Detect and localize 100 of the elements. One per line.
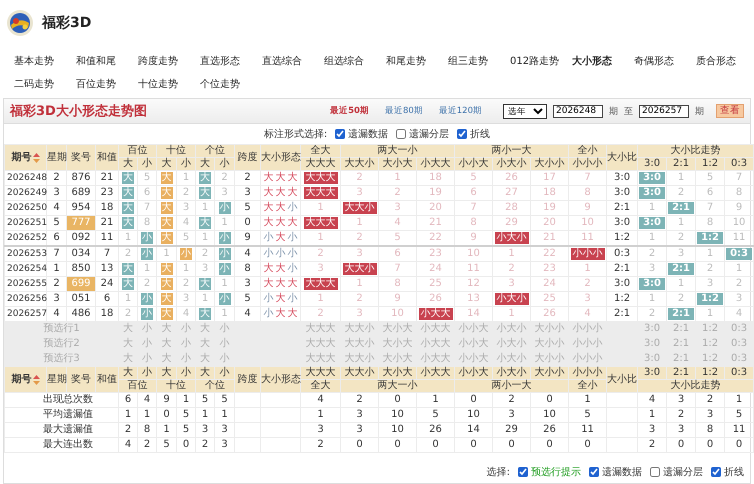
checkbox-label[interactable]: 折线 (470, 127, 490, 141)
checkbox[interactable] (589, 467, 599, 477)
miss-count: 12 (454, 276, 493, 292)
column-header: 小小小 (568, 158, 607, 170)
view-button[interactable]: 查看 (716, 104, 744, 118)
miss-count: 7 (378, 262, 416, 276)
miss-count: 1 (118, 292, 138, 306)
shape-character: 大 (276, 278, 286, 289)
sum-cell: 6 (96, 292, 118, 306)
nav-link[interactable]: 直选综合 (262, 54, 302, 70)
hit-marker: 小 (218, 293, 230, 305)
table-cell: 5 (176, 422, 196, 438)
nav-link[interactable]: 大小形态 (572, 54, 612, 70)
shape-character: 大 (264, 217, 274, 228)
checkbox[interactable] (711, 467, 721, 477)
miss-count: 29 (492, 216, 531, 230)
miss-count: 22 (530, 246, 569, 262)
nav-link[interactable]: 十位走势 (138, 76, 178, 92)
miss-count: 1 (196, 200, 214, 216)
checkbox-label[interactable]: 遗漏数据 (348, 127, 388, 141)
year-select[interactable]: 选年 (503, 104, 547, 118)
nav-link[interactable]: 和值和尾 (76, 54, 116, 70)
preselect-cell: 小大小 (492, 352, 531, 366)
preselect-cell: 大大大 (300, 322, 340, 336)
ratio-cell: 1:2 (606, 292, 638, 306)
checkbox-label[interactable]: 遗漏分层 (409, 127, 450, 141)
nav-link[interactable]: 质合形态 (696, 54, 736, 70)
hit-marker: 小 (141, 293, 153, 305)
input-field[interactable]: 2026248 (553, 104, 603, 118)
checkbox-label[interactable]: 遗漏分层 (663, 465, 703, 479)
checkbox[interactable] (518, 467, 528, 477)
nav-link[interactable]: 个位走势 (200, 76, 240, 92)
miss-count: 6 (696, 186, 725, 200)
draw-number: 777 (66, 216, 96, 230)
table-cell: 1 (416, 392, 455, 408)
row-label: 预选行3 (4, 352, 118, 366)
checkbox[interactable] (457, 129, 468, 139)
shape-character: 大 (276, 293, 286, 304)
issue-number: 2026256 (4, 292, 46, 306)
table-cell: 3 (340, 422, 378, 438)
table-cell: 0 (530, 392, 569, 408)
table-cell: 10 (378, 408, 416, 422)
hit-marker: 大 (160, 263, 172, 275)
hit-marker: 小 (218, 202, 230, 214)
hit-marker: 大 (160, 293, 172, 305)
miss-count: 2 (196, 246, 214, 262)
miss-count: 6 (454, 186, 493, 200)
nav-link[interactable]: 跨度走势 (138, 54, 178, 70)
nav-link[interactable]: 基本走势 (14, 54, 54, 70)
table-cell: 10 (530, 408, 569, 422)
nav-link[interactable]: 和尾走势 (386, 54, 426, 70)
nav-link[interactable]: 二码走势 (14, 76, 54, 92)
preselect-cell: 大小大 (378, 322, 416, 336)
preselect-cell: 大大大 (300, 352, 340, 366)
miss-count: 2 (696, 262, 725, 276)
checkbox-label[interactable]: 遗漏数据 (602, 465, 642, 479)
nav-link[interactable]: 奇偶形态 (634, 54, 674, 70)
table-cell: 0 (340, 438, 378, 452)
miss-count: 23 (530, 262, 569, 276)
miss-count: 2 (340, 292, 378, 306)
miss-count: 10 (454, 246, 493, 262)
hit-marker: 2:1 (668, 202, 694, 214)
preselect-cell: 小大大 (416, 322, 455, 336)
draw-number: 034 (66, 246, 96, 262)
column-header: 大大大 (300, 158, 340, 170)
checkbox[interactable] (650, 467, 660, 477)
preselect-cell: 1:2 (696, 336, 725, 352)
table-cell: 1 (568, 392, 607, 408)
nav-link[interactable]: 012路走势 (510, 54, 560, 70)
nav-link[interactable]: 组选综合 (324, 54, 364, 70)
range-link[interactable]: 最近120期 (438, 105, 482, 117)
weekday-cell: 3 (46, 292, 66, 306)
sort-icon (32, 374, 40, 384)
column-header: 个位 (196, 380, 234, 392)
checkbox[interactable] (396, 129, 406, 139)
table-cell: 0 (492, 438, 531, 452)
column-header: 大小形态 (260, 144, 300, 170)
miss-count: 1 (300, 200, 340, 216)
preselect-cell: 0:3 (724, 352, 754, 366)
checkbox-label[interactable]: 折线 (724, 465, 744, 479)
span-cell: 5 (234, 292, 260, 306)
table-cell: 0 (378, 392, 416, 408)
table-cell: 5 (724, 408, 754, 422)
range-link[interactable]: 最近80期 (384, 105, 423, 117)
miss-count: 10 (724, 216, 754, 230)
checkbox-label[interactable]: 预选行提示 (531, 465, 581, 479)
nav-link[interactable]: 百位走势 (76, 76, 116, 92)
miss-count: 1 (340, 216, 378, 230)
preselect-cell: 大大大 (300, 336, 340, 352)
preselect-cell: 小小大 (454, 322, 493, 336)
miss-count: 8 (568, 186, 607, 200)
checkbox[interactable] (335, 129, 346, 139)
miss-count: 9 (378, 292, 416, 306)
nav-link[interactable]: 直选形态 (200, 54, 240, 70)
input-field[interactable]: 2026257 (639, 104, 689, 118)
miss-count: 2 (492, 262, 531, 276)
hit-marker: 大大大 (304, 217, 338, 229)
nav-link[interactable]: 组三走势 (448, 54, 488, 70)
range-link[interactable]: 最近50期 (330, 105, 369, 117)
miss-count: 7 (724, 170, 754, 186)
